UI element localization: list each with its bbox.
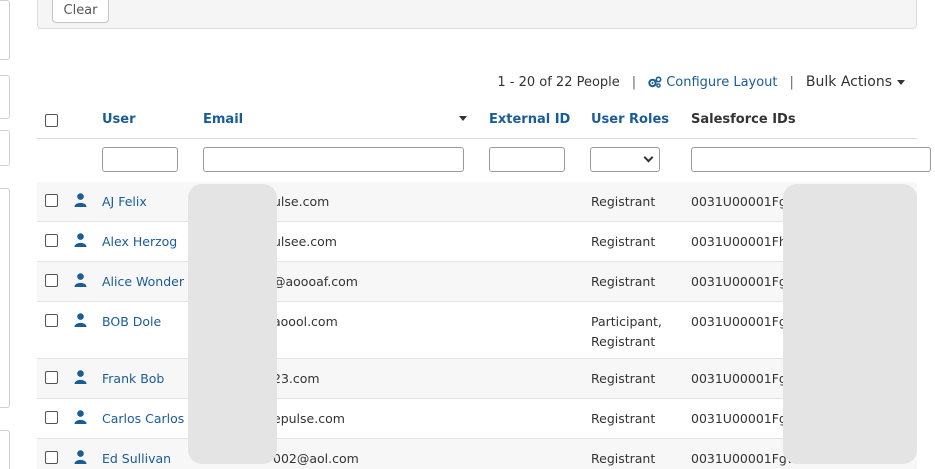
person-icon [74, 233, 87, 247]
left-panel-segment [0, 75, 10, 119]
header-user-roles[interactable]: User Roles [591, 112, 669, 127]
salesforce-ids-filter-input[interactable] [691, 147, 931, 172]
results-toolbar: 1 - 20 of 22 People | Configure Layout |… [497, 73, 905, 91]
column-filters [37, 139, 935, 182]
roles-cell: Registrant [591, 411, 656, 426]
person-icon [74, 370, 87, 384]
user-name-link[interactable]: Alice Wonder [102, 272, 184, 292]
person-icon [74, 313, 87, 327]
salesforce-id-cell: 0031U00001Fgz [691, 194, 794, 209]
email-cell: ulsee.com [273, 234, 337, 249]
person-icon [74, 193, 87, 207]
roles-cell: Registrant [591, 194, 656, 209]
configure-layout-label: Configure Layout [666, 74, 778, 90]
bulk-actions-dropdown[interactable]: Bulk Actions [806, 74, 905, 90]
select-all-checkbox[interactable] [45, 114, 58, 127]
salesforce-id-cell: 0031U00001Fgz [691, 411, 794, 426]
user-name-link[interactable]: Alex Herzog [102, 232, 177, 252]
toolbar-separator: | [789, 74, 794, 90]
external-id-filter-input[interactable] [489, 147, 565, 172]
user-name-link[interactable]: Ed Sullivan [102, 449, 171, 469]
person-icon [74, 410, 87, 424]
roles-cell-line2: Registrant [591, 334, 656, 349]
user-name-link[interactable]: AJ Felix [102, 192, 147, 212]
email-cell: @aoooaf.com [273, 274, 358, 289]
email-cell: 002@aol.com [273, 451, 359, 466]
row-checkbox[interactable] [45, 451, 58, 464]
email-redaction-block [188, 184, 277, 464]
caret-down-icon [897, 79, 905, 85]
email-filter-input[interactable] [203, 147, 464, 172]
header-salesforce-ids: Salesforce IDs [691, 112, 796, 127]
salesforce-id-redaction-block [783, 184, 917, 464]
roles-cell: Participant, [591, 314, 662, 329]
gears-icon [648, 76, 662, 88]
row-checkbox[interactable] [45, 234, 58, 247]
table-header: User Email External ID User Roles Salesf… [37, 100, 917, 139]
left-panel-segment [0, 130, 10, 166]
salesforce-id-cell: 0031U00001Fgw [691, 371, 798, 386]
email-sort-caret-icon[interactable] [459, 116, 467, 121]
filter-panel: Clear [37, 0, 917, 29]
left-panel-edge [0, 0, 10, 469]
user-filter-input[interactable] [102, 147, 178, 172]
user-roles-filter-select[interactable] [590, 147, 660, 172]
roles-cell: Registrant [591, 234, 656, 249]
email-cell: aoool.com [273, 314, 338, 329]
header-external-id[interactable]: External ID [489, 112, 570, 127]
left-panel-segment [0, 188, 10, 408]
toolbar-separator: | [631, 74, 637, 90]
row-checkbox[interactable] [45, 411, 58, 424]
user-name-link[interactable]: Carlos Carlos [102, 409, 184, 429]
row-checkbox[interactable] [45, 194, 58, 207]
salesforce-id-cell: 0031U00001Fgz [691, 314, 794, 329]
row-checkbox[interactable] [45, 314, 58, 327]
results-count: 1 - 20 of 22 People [497, 74, 620, 90]
left-panel-segment [0, 0, 10, 60]
person-icon [74, 273, 87, 287]
user-name-link[interactable]: BOB Dole [102, 312, 161, 332]
salesforce-id-cell: 0031U00001Fgw [691, 451, 798, 466]
roles-cell: Registrant [591, 371, 656, 386]
email-cell: 23.com [273, 371, 320, 386]
row-checkbox[interactable] [45, 371, 58, 384]
header-email[interactable]: Email [203, 112, 243, 127]
email-cell: ulse.com [273, 194, 330, 209]
user-name-link[interactable]: Frank Bob [102, 369, 164, 389]
roles-cell: Registrant [591, 451, 656, 466]
email-cell: epulse.com [273, 411, 345, 426]
configure-layout-link[interactable]: Configure Layout [648, 74, 778, 90]
row-checkbox[interactable] [45, 274, 58, 287]
bulk-actions-label: Bulk Actions [805, 74, 892, 90]
header-user[interactable]: User [102, 112, 136, 127]
person-icon [74, 450, 87, 464]
clear-button[interactable]: Clear [52, 0, 109, 23]
left-panel-segment [0, 430, 10, 469]
chevron-down-icon [643, 152, 654, 163]
salesforce-id-cell: 0031U00001Fgz [691, 274, 794, 289]
salesforce-id-cell: 0031U00001Fh8 [691, 234, 795, 249]
roles-cell: Registrant [591, 274, 656, 289]
